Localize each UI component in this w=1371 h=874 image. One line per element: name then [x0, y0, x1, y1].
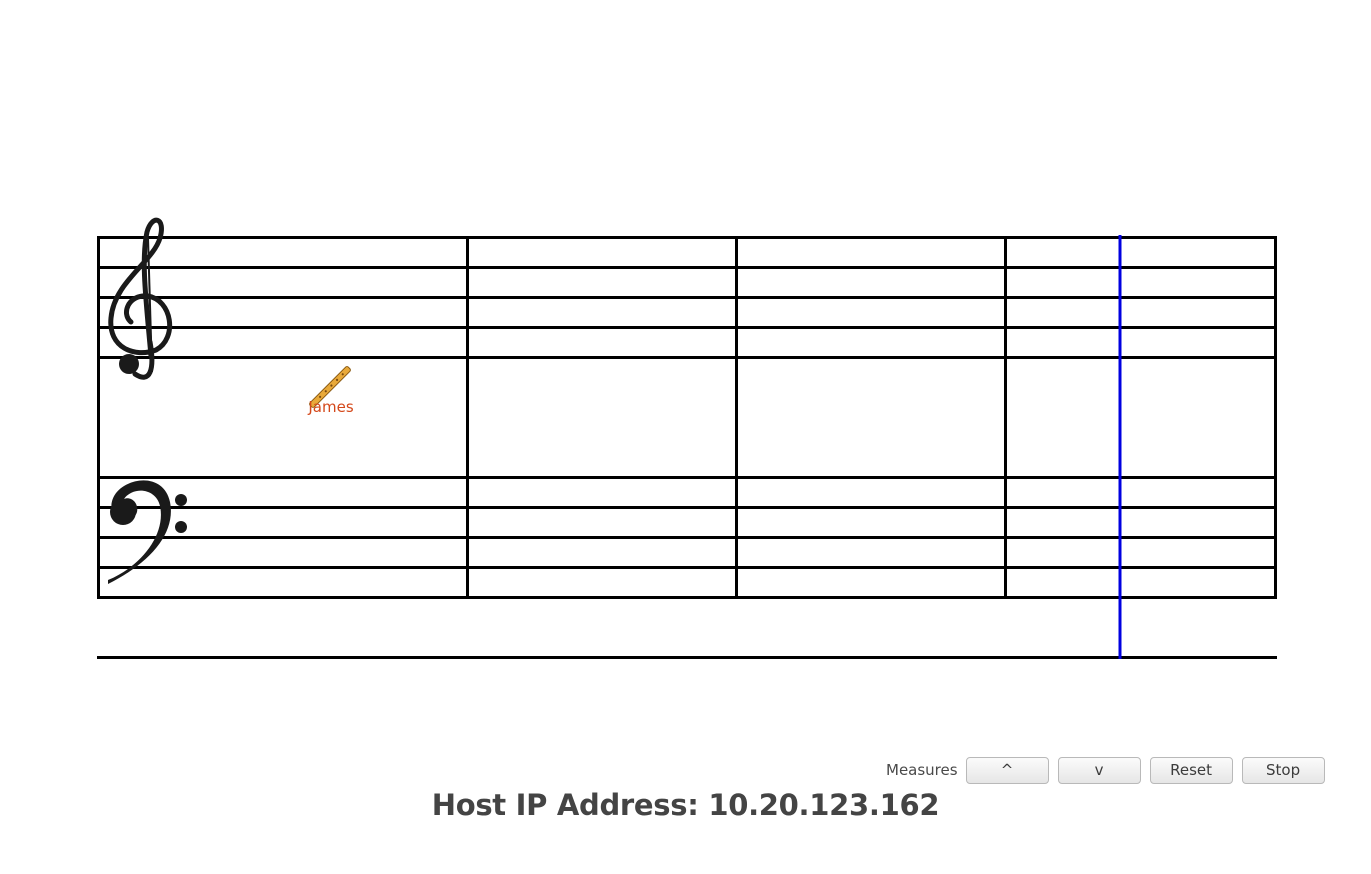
host-ip-label: Host IP Address: [431, 788, 699, 822]
stop-button[interactable]: Stop [1241, 756, 1325, 784]
score-canvas[interactable]: James [0, 0, 1371, 700]
measures-down-button[interactable]: v [1057, 756, 1141, 784]
host-ip-display: Host IP Address: 10.20.123.162 [0, 788, 1371, 822]
reset-button[interactable]: Reset [1149, 756, 1233, 784]
measure-controls: Measures ^ v Reset Stop [860, 756, 1330, 784]
host-ip-value: 10.20.123.162 [708, 788, 940, 822]
measures-up-button[interactable]: ^ [965, 756, 1049, 784]
score-view: James Measures ^ v Reset Stop Host IP Ad… [0, 0, 1371, 874]
grand-staff [97, 236, 1277, 659]
measures-label: Measures [886, 761, 958, 779]
player-name: James [307, 398, 353, 416]
player-marker[interactable]: James [307, 366, 354, 416]
